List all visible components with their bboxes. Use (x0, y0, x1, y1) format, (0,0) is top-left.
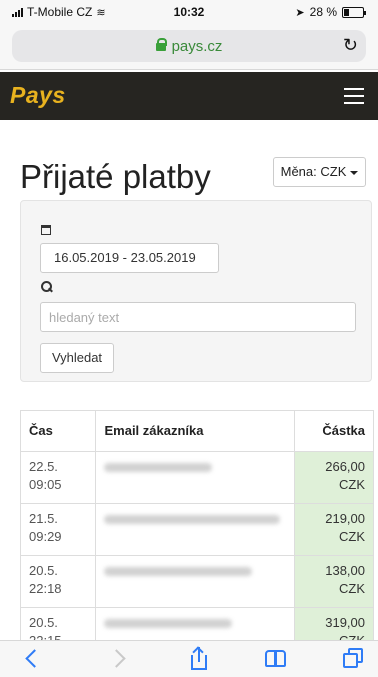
address-bar[interactable]: pays.cz ↻ (12, 30, 366, 62)
cell-time: 22.5. 09:05 (19, 451, 97, 504)
search-button[interactable]: Vyhledat (40, 343, 114, 373)
table-row[interactable]: 21.5. 09:29 219,00 CZK (19, 503, 374, 556)
location-icon: ➤ (295, 6, 305, 19)
cell-clock: 22:18 (29, 581, 62, 596)
cell-date: 22.5. (29, 459, 58, 474)
amount-value: 219,00 (325, 511, 365, 526)
filter-panel: 16.05.2019 - 23.05.2019 Vyhledat (20, 200, 372, 382)
amount-currency: CZK (339, 477, 365, 492)
cell-clock: 09:05 (29, 477, 62, 492)
cell-date: 20.5. (29, 563, 58, 578)
column-header-email[interactable]: Email zákazníka (95, 410, 296, 452)
status-bar: T-Mobile CZ ≋ 10:32 ➤ 28 % (0, 0, 378, 24)
back-icon[interactable] (22, 647, 48, 671)
search-icon (41, 281, 52, 292)
battery-icon (342, 6, 366, 18)
amount-value: 266,00 (325, 459, 365, 474)
cell-amount: 266,00 CZK (294, 451, 374, 504)
calendar-icon (41, 225, 51, 235)
share-icon[interactable] (188, 646, 214, 671)
currency-dropdown[interactable]: Měna: CZK (273, 157, 366, 187)
site-navbar: Pays (0, 72, 378, 120)
search-input[interactable] (40, 302, 356, 332)
redacted-email (104, 463, 213, 472)
hamburger-icon[interactable] (344, 88, 364, 104)
cell-date: 20.5. (29, 615, 58, 630)
cell-amount: 219,00 CZK (294, 503, 374, 556)
battery-fill (344, 8, 349, 16)
column-header-time[interactable]: Čas (19, 410, 97, 452)
amount-value: 319,00 (325, 615, 365, 630)
host-text: pays.cz (171, 38, 223, 55)
table-header-row: Čas Email zákazníka Částka (19, 410, 374, 452)
date-range-input[interactable]: 16.05.2019 - 23.05.2019 (40, 243, 219, 273)
address-host: pays.cz (12, 38, 366, 55)
amount-currency: CZK (339, 581, 365, 596)
battery-group: ➤ 28 % (295, 5, 366, 19)
forward-icon[interactable] (108, 647, 134, 671)
cell-time: 21.5. 09:29 (19, 503, 97, 556)
browser-chrome: pays.cz ↻ (0, 24, 378, 70)
cell-time: 20.5. 22:18 (19, 555, 97, 608)
bookmarks-icon[interactable] (264, 647, 290, 671)
brand-logo[interactable]: Pays (10, 82, 66, 109)
page-title: Přijaté platby (20, 158, 211, 195)
table-row[interactable]: 20.5. 22:18 138,00 CZK (19, 555, 374, 608)
caret-down-icon (350, 170, 359, 175)
table-row[interactable]: 22.5. 09:05 266,00 CZK (19, 451, 374, 504)
cell-email-redacted (95, 451, 296, 504)
amount-value: 138,00 (325, 563, 365, 578)
battery-percent: 28 % (309, 5, 337, 19)
cell-amount: 138,00 CZK (294, 555, 374, 608)
cell-email-redacted (95, 555, 296, 608)
currency-label: Měna: CZK (280, 164, 347, 179)
redacted-email (104, 567, 253, 576)
cell-email-redacted (95, 503, 296, 556)
lock-icon (155, 38, 167, 51)
column-header-amount[interactable]: Částka (294, 410, 374, 452)
redacted-email (104, 619, 233, 628)
tabs-icon[interactable] (342, 647, 368, 671)
reload-icon[interactable]: ↻ (343, 35, 358, 56)
cell-clock: 09:29 (29, 529, 62, 544)
browser-toolbar (0, 640, 378, 677)
cell-date: 21.5. (29, 511, 58, 526)
redacted-email (104, 515, 281, 524)
payments-table: Čas Email zákazníka Částka 22.5. 09:05 26… (19, 410, 374, 660)
amount-currency: CZK (339, 529, 365, 544)
